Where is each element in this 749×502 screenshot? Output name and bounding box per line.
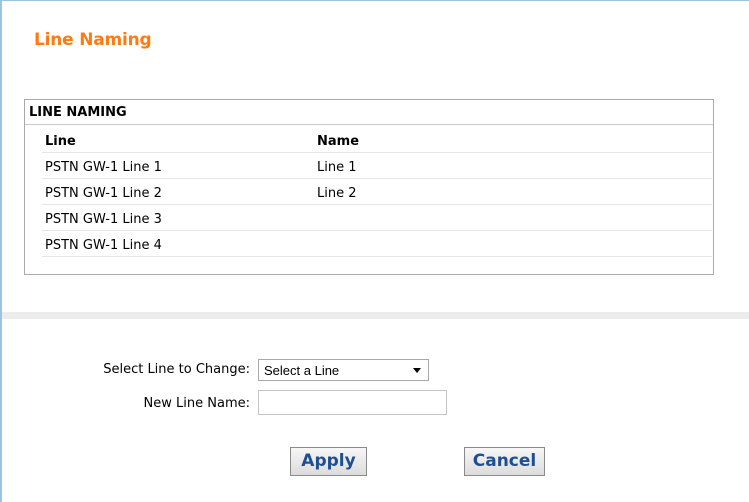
cancel-button[interactable]: Cancel [464, 447, 545, 476]
column-header-name: Name [317, 134, 360, 149]
table-row: PSTN GW-1 Line 3 [42, 207, 712, 231]
name-cell: Line 1 [317, 160, 357, 175]
page-title: Line Naming [34, 30, 152, 50]
select-line-label: Select Line to Change: [103, 362, 250, 377]
table-row: PSTN GW-1 Line 2 Line 2 [42, 181, 712, 205]
line-cell: PSTN GW-1 Line 1 [45, 160, 162, 175]
select-line-value: Select a Line [264, 363, 340, 378]
table-row: PSTN GW-1 Line 1 Line 1 [42, 155, 712, 179]
new-line-name-input[interactable] [258, 390, 447, 415]
line-cell: PSTN GW-1 Line 4 [45, 238, 162, 253]
select-line-dropdown[interactable]: Select a Line [258, 359, 429, 381]
section-divider [2, 312, 749, 319]
table-heading-divider [25, 124, 713, 125]
table-heading: LINE NAMING [29, 105, 127, 120]
column-header-line: Line [45, 134, 76, 149]
chevron-down-icon [413, 368, 421, 373]
line-cell: PSTN GW-1 Line 3 [45, 212, 162, 227]
table-header-row: Line Name [42, 129, 712, 153]
line-cell: PSTN GW-1 Line 2 [45, 186, 162, 201]
new-line-name-label: New Line Name: [143, 396, 250, 411]
apply-button[interactable]: Apply [290, 447, 367, 476]
content-frame: Line Naming LINE NAMING Line Name PSTN G… [0, 0, 749, 502]
name-cell: Line 2 [317, 186, 357, 201]
table-row: PSTN GW-1 Line 4 [42, 233, 712, 257]
line-naming-table: LINE NAMING Line Name PSTN GW-1 Line 1 L… [24, 99, 714, 275]
